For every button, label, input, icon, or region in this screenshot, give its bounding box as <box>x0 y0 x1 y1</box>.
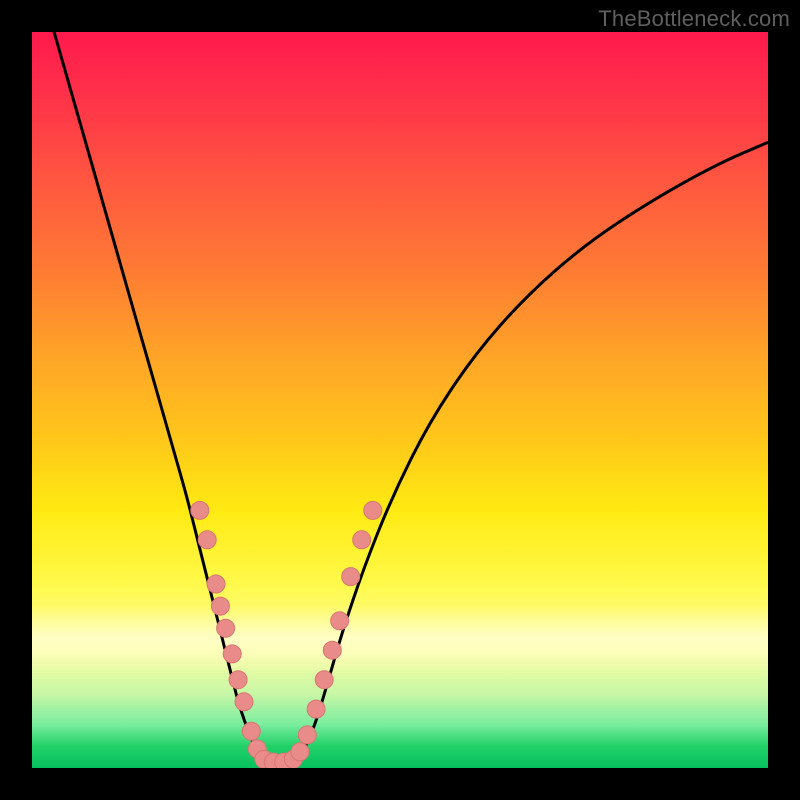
marker-dot <box>211 597 229 615</box>
marker-dot <box>298 726 316 744</box>
marker-dot <box>207 575 225 593</box>
plot-area <box>32 32 768 768</box>
marker-dot <box>191 501 209 519</box>
marker-dot <box>315 671 333 689</box>
bottleneck-curve <box>54 32 768 764</box>
marker-dot <box>364 501 382 519</box>
marker-dot <box>217 619 235 637</box>
marker-dot <box>223 645 241 663</box>
marker-dot <box>235 693 253 711</box>
marker-dot <box>242 722 260 740</box>
marker-dot <box>198 531 216 549</box>
data-markers <box>191 501 382 768</box>
marker-dot <box>229 671 247 689</box>
watermark-text: TheBottleneck.com <box>598 6 790 32</box>
marker-dot <box>342 568 360 586</box>
curve-layer <box>32 32 768 768</box>
marker-dot <box>331 612 349 630</box>
marker-dot <box>291 743 309 761</box>
outer-frame: TheBottleneck.com <box>0 0 800 800</box>
marker-dot <box>353 531 371 549</box>
marker-dot <box>323 641 341 659</box>
marker-dot <box>307 700 325 718</box>
